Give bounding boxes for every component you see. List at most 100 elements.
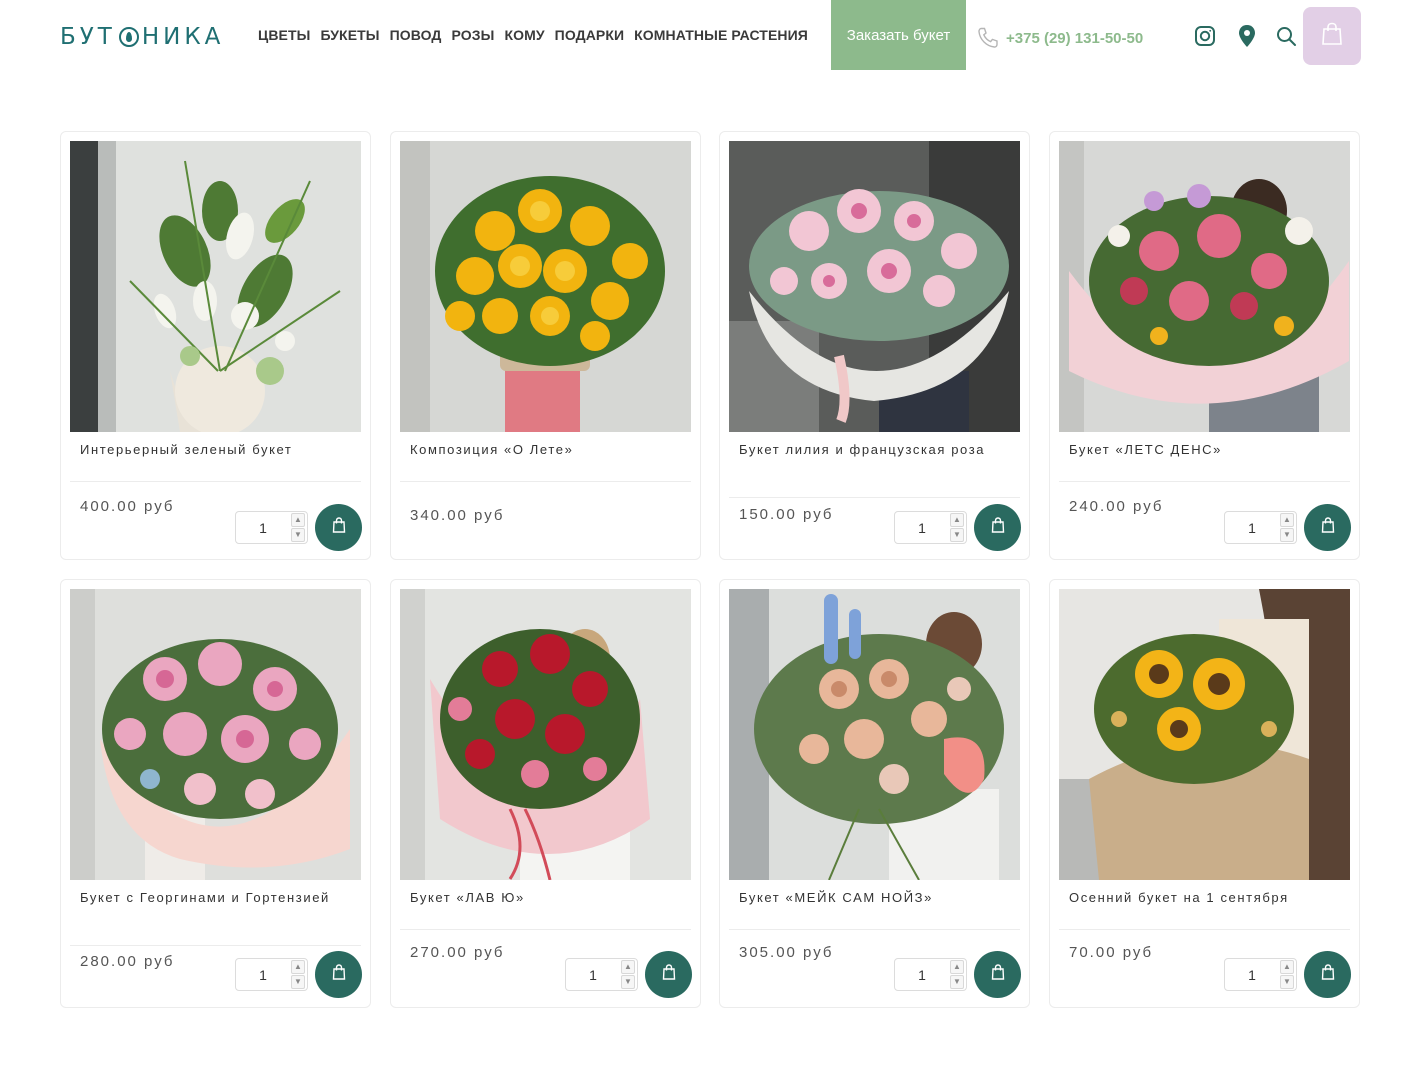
- quantity-stepper[interactable]: ▲ ▼: [894, 958, 967, 991]
- product-card[interactable]: Букет лилия и французская роза 150.00 ру…: [719, 131, 1030, 560]
- quantity-input[interactable]: [1225, 959, 1279, 990]
- quantity-input[interactable]: [1225, 512, 1279, 543]
- card-divider: [400, 929, 691, 930]
- nav-item-flowers[interactable]: ЦВЕТЫ: [258, 27, 310, 43]
- add-to-cart-button[interactable]: [974, 504, 1021, 551]
- add-to-cart-button[interactable]: [315, 951, 362, 998]
- shopping-bag-icon: [1321, 517, 1335, 538]
- product-title[interactable]: Композиция «О Лете»: [410, 441, 680, 458]
- product-image[interactable]: [400, 141, 691, 432]
- logo-text-end: НИКА: [141, 24, 225, 50]
- add-to-cart-button[interactable]: [315, 504, 362, 551]
- phone-link[interactable]: +375 (29) 131-50-50: [1006, 30, 1143, 47]
- product-title[interactable]: Интерьерный зеленый букет: [80, 441, 350, 458]
- cart-button[interactable]: [1303, 7, 1361, 65]
- card-divider: [400, 481, 691, 482]
- increase-qty-icon[interactable]: ▲: [950, 513, 964, 527]
- product-card[interactable]: Композиция «О Лете» 340.00 руб: [390, 131, 701, 560]
- product-image[interactable]: [1059, 589, 1350, 880]
- decrease-qty-icon[interactable]: ▼: [950, 975, 964, 989]
- nav-item-bouquets[interactable]: БУКЕТЫ: [320, 27, 379, 43]
- decrease-qty-icon[interactable]: ▼: [1280, 975, 1294, 989]
- increase-qty-icon[interactable]: ▲: [950, 960, 964, 974]
- product-price: 280.00 руб: [80, 953, 175, 970]
- quantity-input[interactable]: [236, 512, 290, 543]
- nav-item-recipient[interactable]: КОМУ: [504, 27, 544, 43]
- product-card[interactable]: Осенний букет на 1 сентября 70.00 руб ▲ …: [1049, 579, 1360, 1008]
- add-to-cart-button[interactable]: [974, 951, 1021, 998]
- quantity-input[interactable]: [236, 959, 290, 990]
- product-card[interactable]: Букет «ЛАВ Ю» 270.00 руб ▲ ▼: [390, 579, 701, 1008]
- add-to-cart-button[interactable]: [1304, 951, 1351, 998]
- product-price: 270.00 руб: [410, 944, 505, 961]
- increase-qty-icon[interactable]: ▲: [1280, 513, 1294, 527]
- increase-qty-icon[interactable]: ▲: [291, 513, 305, 527]
- shopping-bag-icon: [1321, 22, 1343, 51]
- product-image[interactable]: [70, 141, 361, 432]
- nav-item-gifts[interactable]: ПОДАРКИ: [555, 27, 625, 43]
- add-to-cart-button[interactable]: [645, 951, 692, 998]
- product-image[interactable]: [729, 589, 1020, 880]
- quantity-input[interactable]: [895, 512, 949, 543]
- shopping-bag-icon: [662, 964, 676, 985]
- shopping-bag-icon: [991, 517, 1005, 538]
- nav-item-occasion[interactable]: ПОВОД: [390, 27, 442, 43]
- product-price: 400.00 руб: [80, 498, 175, 515]
- product-card[interactable]: Букет «МЕЙК САМ НОЙЗ» 305.00 руб ▲ ▼: [719, 579, 1030, 1008]
- nav-item-roses[interactable]: РОЗЫ: [452, 27, 495, 43]
- product-price: 305.00 руб: [739, 944, 834, 961]
- product-card[interactable]: Интерьерный зеленый букет 400.00 руб ▲ ▼: [60, 131, 371, 560]
- add-to-cart-button[interactable]: [1304, 504, 1351, 551]
- phone-icon: [976, 26, 1000, 50]
- card-divider: [70, 481, 361, 482]
- quantity-input[interactable]: [566, 959, 620, 990]
- search-icon[interactable]: [1274, 24, 1298, 48]
- quantity-stepper[interactable]: ▲ ▼: [1224, 958, 1297, 991]
- nav-item-houseplants[interactable]: КОМНАТНЫЕ РАСТЕНИЯ: [634, 27, 808, 43]
- increase-qty-icon[interactable]: ▲: [1280, 960, 1294, 974]
- product-title[interactable]: Букет «МЕЙК САМ НОЙЗ»: [739, 889, 1009, 906]
- product-card[interactable]: Букет «ЛЕТС ДЕНС» 240.00 руб ▲ ▼: [1049, 131, 1360, 560]
- card-divider: [1059, 929, 1350, 930]
- product-image[interactable]: [400, 589, 691, 880]
- site-header: БУТ НИКА ЦВЕТЫ БУКЕТЫ ПОВОД РОЗЫ КОМУ ПО…: [0, 0, 1420, 72]
- increase-qty-icon[interactable]: ▲: [291, 960, 305, 974]
- card-divider: [729, 497, 1020, 498]
- product-price: 70.00 руб: [1069, 944, 1154, 961]
- logo[interactable]: БУТ НИКА: [60, 24, 224, 50]
- card-divider: [70, 945, 361, 946]
- shopping-bag-icon: [991, 964, 1005, 985]
- decrease-qty-icon[interactable]: ▼: [291, 528, 305, 542]
- main-nav: ЦВЕТЫ БУКЕТЫ ПОВОД РОЗЫ КОМУ ПОДАРКИ КОМ…: [258, 27, 808, 43]
- logo-bud-icon: [118, 27, 139, 47]
- shopping-bag-icon: [332, 964, 346, 985]
- product-image[interactable]: [70, 589, 361, 880]
- instagram-icon[interactable]: [1193, 24, 1217, 48]
- decrease-qty-icon[interactable]: ▼: [621, 975, 635, 989]
- product-card[interactable]: Букет с Георгинами и Гортензией 280.00 р…: [60, 579, 371, 1008]
- shopping-bag-icon: [1321, 964, 1335, 985]
- product-image[interactable]: [1059, 141, 1350, 432]
- quantity-stepper[interactable]: ▲ ▼: [235, 511, 308, 544]
- product-title[interactable]: Осенний букет на 1 сентября: [1069, 889, 1339, 906]
- product-title[interactable]: Букет лилия и французская роза: [739, 441, 1009, 458]
- decrease-qty-icon[interactable]: ▼: [950, 528, 964, 542]
- map-pin-icon[interactable]: [1235, 24, 1259, 48]
- product-title[interactable]: Букет с Георгинами и Гортензией: [80, 889, 350, 906]
- decrease-qty-icon[interactable]: ▼: [1280, 528, 1294, 542]
- quantity-stepper[interactable]: ▲ ▼: [235, 958, 308, 991]
- product-title[interactable]: Букет «ЛЕТС ДЕНС»: [1069, 441, 1339, 458]
- increase-qty-icon[interactable]: ▲: [621, 960, 635, 974]
- quantity-input[interactable]: [895, 959, 949, 990]
- product-price: 150.00 руб: [739, 506, 834, 523]
- product-price: 240.00 руб: [1069, 498, 1164, 515]
- order-bouquet-button[interactable]: Заказать букет: [831, 0, 966, 70]
- shopping-bag-icon: [332, 517, 346, 538]
- quantity-stepper[interactable]: ▲ ▼: [565, 958, 638, 991]
- product-price: 340.00 руб: [410, 507, 505, 524]
- quantity-stepper[interactable]: ▲ ▼: [894, 511, 967, 544]
- product-image[interactable]: [729, 141, 1020, 432]
- decrease-qty-icon[interactable]: ▼: [291, 975, 305, 989]
- product-title[interactable]: Букет «ЛАВ Ю»: [410, 889, 680, 906]
- quantity-stepper[interactable]: ▲ ▼: [1224, 511, 1297, 544]
